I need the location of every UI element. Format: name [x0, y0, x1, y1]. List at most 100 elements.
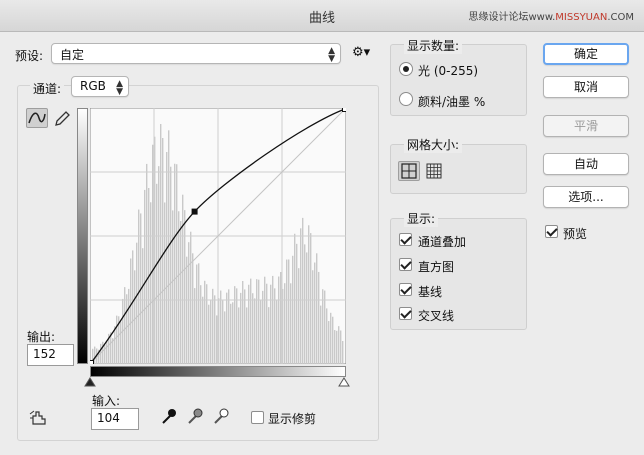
histogram-bar	[202, 296, 204, 364]
white-eyedropper-icon[interactable]	[213, 407, 229, 425]
grid-detailed-button[interactable]	[423, 161, 445, 181]
histogram-bar	[182, 194, 184, 364]
histogram-bar	[204, 280, 206, 364]
histogram-bar	[238, 307, 240, 364]
histogram-bar	[326, 308, 328, 364]
histogram-bar	[116, 315, 118, 364]
histogram-bar	[94, 346, 96, 364]
histogram-bar	[318, 271, 320, 364]
histogram-bar	[230, 303, 232, 364]
gear-icon[interactable]: ⚙▾	[352, 45, 370, 60]
histogram-bar	[240, 292, 242, 364]
histogram-bar	[196, 264, 198, 364]
output-field[interactable]: 152	[27, 344, 74, 366]
curve-endpoint	[342, 108, 346, 112]
grid-10-icon	[426, 163, 442, 179]
histogram-bar	[186, 256, 188, 364]
preview-label: 预览	[563, 227, 588, 241]
histogram-bar	[294, 233, 296, 364]
auto-button[interactable]: 自动	[543, 153, 629, 175]
histogram-bar	[220, 290, 222, 364]
histogram-bar	[264, 276, 266, 364]
histogram-bar	[228, 289, 230, 364]
histogram-bar	[126, 294, 128, 364]
histogram-bar	[178, 211, 180, 364]
histogram-bar	[176, 164, 178, 364]
curve-edit-tool[interactable]	[26, 108, 48, 128]
histogram-bar	[250, 278, 252, 364]
channel-overlays-checkbox[interactable]	[399, 233, 412, 246]
histogram-bar	[194, 288, 196, 364]
histogram-bar	[188, 242, 190, 364]
histogram-bar	[306, 252, 308, 364]
histogram-bar	[336, 330, 338, 364]
histogram-bar	[252, 293, 254, 364]
histogram-bar	[200, 285, 202, 364]
histogram-bar	[320, 305, 322, 364]
curve-graph[interactable]	[90, 108, 346, 364]
histogram-bar	[272, 275, 274, 364]
black-point-slider-icon[interactable]	[84, 377, 96, 387]
grid-4-icon	[401, 163, 417, 179]
baseline-checkbox[interactable]	[399, 283, 412, 296]
on-image-adjust-icon[interactable]	[28, 408, 50, 428]
histogram-bar	[136, 242, 138, 364]
histogram-bar	[246, 307, 248, 364]
histogram-bar	[158, 166, 160, 364]
histogram-bar	[216, 315, 218, 364]
gray-eyedropper-icon[interactable]	[187, 407, 203, 425]
histogram-bar	[190, 231, 192, 364]
curve-endpoint	[90, 360, 94, 364]
ok-button[interactable]: 确定	[543, 43, 629, 65]
curve-control-point	[191, 208, 198, 215]
histogram-bar	[144, 189, 146, 364]
input-field[interactable]: 104	[91, 408, 139, 430]
histogram-bar	[234, 286, 236, 364]
histogram-bar	[170, 166, 172, 364]
histogram-bar	[244, 289, 246, 364]
preview-checkbox[interactable]	[545, 225, 558, 238]
channel-select[interactable]: RGB ▲ ▼	[71, 76, 129, 97]
histogram-bar	[328, 321, 330, 364]
histogram-bar	[332, 316, 334, 364]
black-eyedropper-icon[interactable]	[161, 407, 177, 425]
output-gradient-bar	[77, 108, 88, 364]
options-button[interactable]: 选项...	[543, 186, 629, 208]
grid-simple-button[interactable]	[398, 161, 420, 181]
preset-label: 预设:	[15, 49, 44, 63]
histogram-bar	[302, 217, 304, 364]
pigment-radio[interactable]	[399, 92, 413, 106]
pencil-tool[interactable]	[51, 108, 73, 128]
histogram-bar	[120, 321, 122, 364]
intersection-line-checkbox[interactable]	[399, 307, 412, 320]
histogram-bar	[286, 259, 288, 364]
smooth-button[interactable]: 平滑	[543, 115, 629, 137]
histogram-bar	[156, 183, 158, 364]
histogram-bar	[308, 225, 310, 364]
histogram-bar	[310, 233, 312, 364]
histogram-bar	[104, 344, 106, 364]
white-point-slider-icon[interactable]	[338, 377, 350, 387]
histogram-bar	[152, 144, 154, 364]
histogram-bar	[206, 284, 208, 364]
histogram-bar	[226, 292, 228, 364]
histogram-bar	[338, 326, 340, 364]
select-arrows-icon: ▲ ▼	[328, 46, 335, 64]
preset-select[interactable]: 自定 ▲ ▼	[51, 43, 341, 64]
histogram-checkbox[interactable]	[399, 258, 412, 271]
histogram-bar	[208, 304, 210, 364]
histogram-bar	[268, 307, 270, 364]
histogram-bar	[174, 163, 176, 364]
histogram-bar	[298, 268, 300, 364]
cancel-button[interactable]: 取消	[543, 76, 629, 98]
show-clipping-checkbox[interactable]	[251, 411, 264, 424]
output-label: 输出:	[27, 330, 56, 344]
histogram-bar	[248, 284, 250, 364]
histogram-bar	[214, 295, 216, 364]
histogram-bar	[312, 270, 314, 364]
light-radio[interactable]	[399, 62, 413, 76]
preset-value: 自定	[60, 48, 85, 62]
histogram-bar	[130, 258, 132, 364]
show-clipping-label: 显示修剪	[268, 412, 317, 426]
histogram-bar	[192, 253, 194, 364]
